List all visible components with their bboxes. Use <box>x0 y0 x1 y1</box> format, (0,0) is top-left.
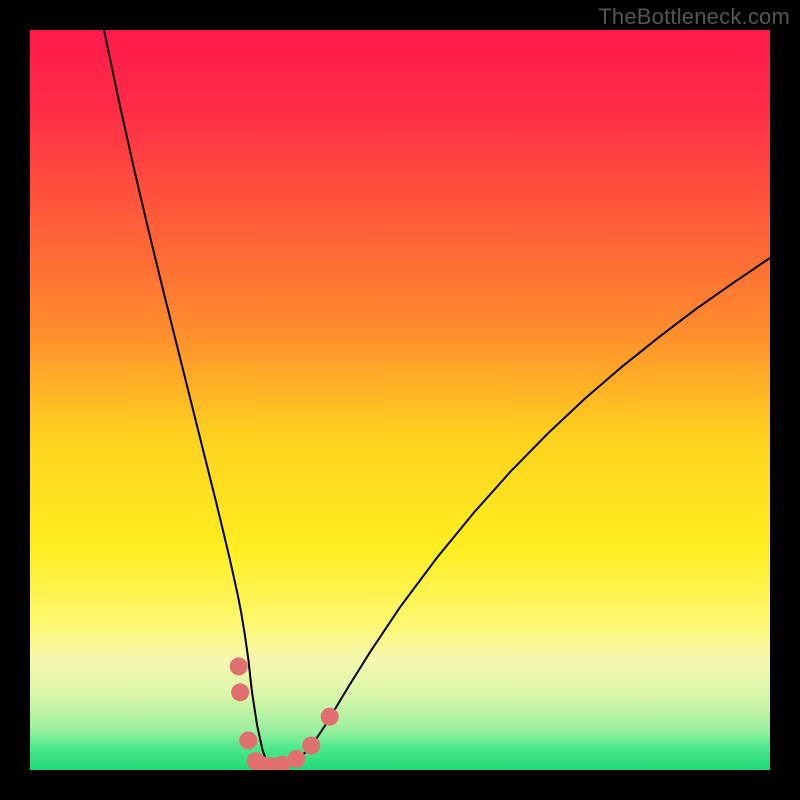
watermark-text: TheBottleneck.com <box>598 4 790 30</box>
chart-background <box>30 30 770 770</box>
trough-marker <box>321 708 339 726</box>
trough-marker <box>239 731 257 749</box>
chart-plot <box>30 30 770 770</box>
trough-marker <box>230 657 248 675</box>
trough-marker <box>302 737 320 755</box>
trough-marker <box>231 683 249 701</box>
chart-frame: TheBottleneck.com <box>0 0 800 800</box>
trough-marker <box>287 750 305 768</box>
